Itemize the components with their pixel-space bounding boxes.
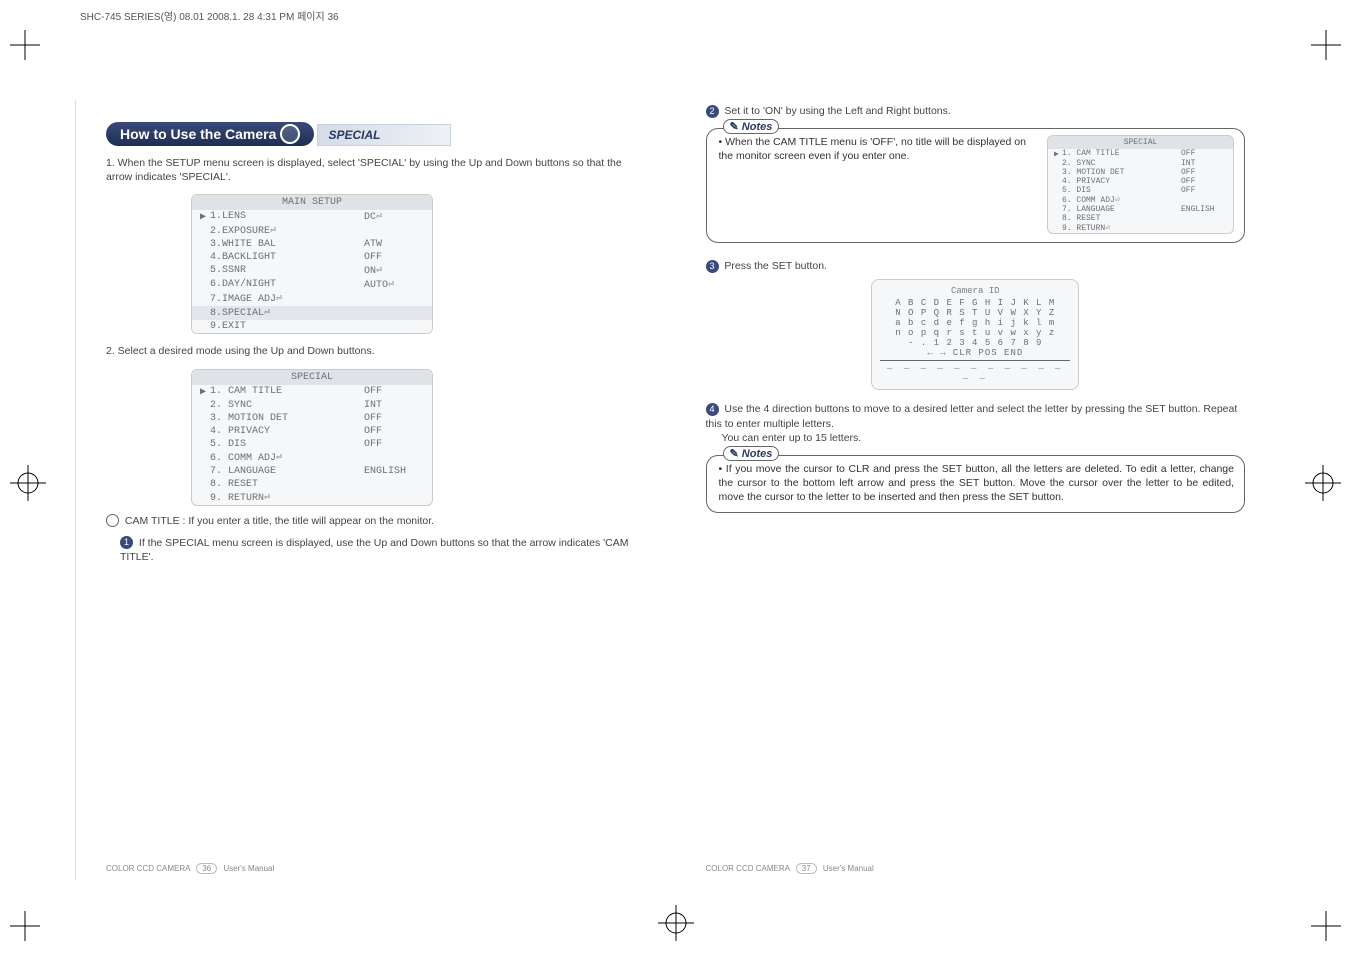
- cam-title-intro: CAM TITLE : If you enter a title, the ti…: [106, 514, 646, 528]
- menu-row: 6. COMM ADJ⏎: [192, 451, 432, 465]
- notes-box-2: Notes • If you move the cursor to CLR an…: [706, 455, 1246, 514]
- notes-box-1: Notes • When the CAM TITLE menu is 'OFF'…: [706, 128, 1246, 243]
- menu-row: 2. SYNCINT: [192, 399, 432, 412]
- page-right: 2 Set it to 'ON' by using the Left and R…: [676, 100, 1276, 880]
- print-header: SHC-745 SERIES(영) 08.01 2008.1. 28 4:31 …: [80, 8, 339, 23]
- menu-row: 4.BACKLIGHTOFF: [192, 251, 432, 264]
- menu-row: 3. MOTION DETOFF: [192, 412, 432, 425]
- menu-row: 4. PRIVACYOFF: [1048, 177, 1233, 186]
- bullet-4b-text: You can enter up to 15 letters.: [706, 431, 1246, 445]
- bullet-4-text: 4 Use the 4 direction buttons to move to…: [706, 402, 1246, 430]
- page-title-tab: How to Use the Camera: [106, 122, 314, 146]
- menu-row: ▶1.LENSDC⏎: [192, 210, 432, 224]
- page-footer: COLOR CCD CAMERA 37 User's Manual: [706, 863, 874, 874]
- menu-row: 7. LANGUAGEENGLISH: [192, 465, 432, 478]
- bullet-2-text: 2 Set it to 'ON' by using the Left and R…: [706, 104, 1246, 118]
- menu-row: ▶1. CAM TITLEOFF: [1048, 149, 1233, 159]
- char-row: n o p q r s t u v w x y z: [880, 328, 1070, 338]
- char-row: N O P Q R S T U V W X Y Z: [880, 308, 1070, 318]
- menu-row-selected: 8.SPECIAL⏎: [192, 306, 432, 320]
- notes-label: Notes: [723, 446, 780, 461]
- char-row: - . 1 2 3 4 5 6 7 8 9: [880, 338, 1070, 348]
- menu-row: 9.EXIT: [192, 320, 432, 333]
- menu-row: 5. DISOFF: [1048, 186, 1233, 195]
- command-row: ← → CLR POS END: [880, 348, 1070, 358]
- page-number: 36: [196, 863, 217, 874]
- menu-row: 9. RETURN⏎: [1048, 223, 1233, 233]
- cursor-underline: _ _ _ _ _ _ _ _ _ _ _ _ _: [880, 360, 1070, 381]
- crop-mark-icon: [10, 30, 40, 63]
- camera-id-editor: Camera ID A B C D E F G H I J K L M N O …: [871, 279, 1079, 390]
- note-2-text: • If you move the cursor to CLR and pres…: [719, 462, 1235, 505]
- step-2-text: 2. Select a desired mode using the Up an…: [106, 344, 646, 358]
- registration-mark-icon: [10, 465, 46, 504]
- bullet-3-text: 3 Press the SET button.: [706, 259, 1246, 273]
- step-number-icon: 3: [706, 260, 719, 273]
- page-number: 37: [796, 863, 817, 874]
- menu-row: 9. RETURN⏎: [192, 491, 432, 505]
- menu-header: SPECIAL: [1048, 136, 1233, 149]
- menu-row: 8. RESET: [192, 478, 432, 491]
- char-row: A B C D E F G H I J K L M: [880, 298, 1070, 308]
- char-row: a b c d e f g h i j k l m: [880, 318, 1070, 328]
- menu-row: ▶1. CAM TITLEOFF: [192, 385, 432, 399]
- step-1-text: 1. When the SETUP menu screen is display…: [106, 156, 646, 184]
- page-footer: COLOR CCD CAMERA 36 User's Manual: [106, 863, 274, 874]
- crop-mark-icon: [1311, 30, 1341, 63]
- step-number-icon: 2: [706, 105, 719, 118]
- notes-label: Notes: [723, 119, 780, 134]
- menu-row: 7. LANGUAGEENGLISH: [1048, 205, 1233, 214]
- special-menu: SPECIAL ▶1. CAM TITLEOFF 2. SYNCINT 3. M…: [191, 369, 433, 506]
- page-left: How to Use the Camera SPECIAL 1. When th…: [75, 100, 676, 880]
- bullet-icon: [106, 514, 119, 527]
- menu-row: 6. COMM ADJ⏎: [1048, 195, 1233, 205]
- menu-row: 7.IMAGE ADJ⏎: [192, 292, 432, 306]
- crop-mark-icon: [10, 911, 40, 944]
- note-1-text: • When the CAM TITLE menu is 'OFF', no t…: [719, 135, 1038, 234]
- menu-row: 4. PRIVACYOFF: [192, 425, 432, 438]
- main-setup-menu: MAIN SETUP ▶1.LENSDC⏎ 2.EXPOSURE⏎ 3.WHIT…: [191, 194, 433, 334]
- step-number-icon: 1: [120, 536, 133, 549]
- menu-row: 3. MOTION DETOFF: [1048, 168, 1233, 177]
- section-heading: SPECIAL: [317, 124, 451, 146]
- menu-header: SPECIAL: [192, 370, 432, 385]
- menu-row: 2.EXPOSURE⏎: [192, 224, 432, 238]
- menu-row: 5. DISOFF: [192, 438, 432, 451]
- bullet-1-text: 1 If the SPECIAL menu screen is displaye…: [106, 536, 646, 564]
- menu-row: 3.WHITE BALATW: [192, 238, 432, 251]
- camera-id-title: Camera ID: [880, 286, 1070, 296]
- step-number-icon: 4: [706, 403, 719, 416]
- crop-mark-icon: [1311, 911, 1341, 944]
- registration-mark-icon: [658, 905, 694, 944]
- menu-row: 6.DAY/NIGHTAUTO⏎: [192, 278, 432, 292]
- menu-row: 2. SYNCINT: [1048, 159, 1233, 168]
- special-menu-mini: SPECIAL ▶1. CAM TITLEOFF 2. SYNCINT 3. M…: [1047, 135, 1234, 234]
- menu-row: 5.SSNRON⏎: [192, 264, 432, 278]
- menu-row: 8. RESET: [1048, 214, 1233, 223]
- menu-header: MAIN SETUP: [192, 195, 432, 210]
- registration-mark-icon: [1305, 465, 1341, 504]
